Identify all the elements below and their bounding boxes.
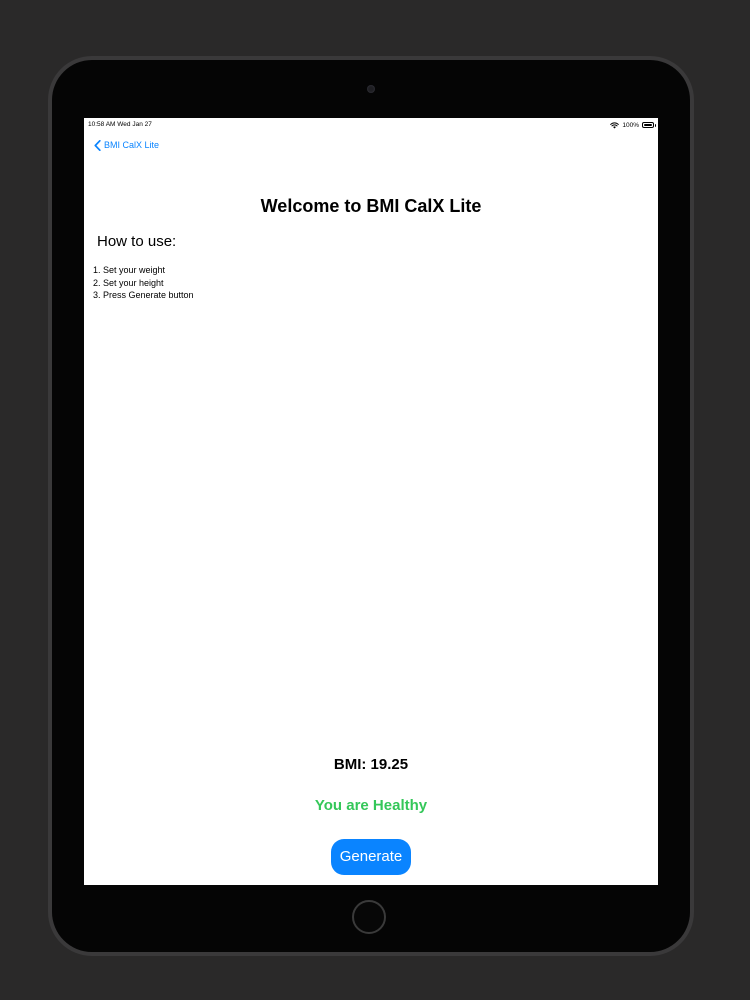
back-button-label: BMI CalX Lite xyxy=(104,140,160,150)
app-screen: 10:58 AM Wed Jan 27 100% BMI CalX Lite W… xyxy=(84,118,658,885)
status-indicators: 100% xyxy=(610,120,656,130)
battery-percentage: 100% xyxy=(622,121,639,129)
health-status-message: You are Healthy xyxy=(314,797,428,814)
back-button[interactable]: BMI CalX Lite xyxy=(94,138,159,152)
page-title: Welcome to BMI CalX Lite xyxy=(260,196,482,216)
status-bar: 10:58 AM Wed Jan 27 100% xyxy=(84,118,658,132)
how-to-heading: How to use: xyxy=(97,233,177,250)
app-screenshot: 10:58 AM Wed Jan 27 100% BMI CalX Lite W… xyxy=(0,0,750,1000)
front-camera xyxy=(367,85,375,93)
bmi-result: BMI: 19.25 xyxy=(333,756,409,773)
home-button[interactable] xyxy=(352,900,386,934)
instruction-step: 2. Set your height xyxy=(93,277,164,288)
battery-icon xyxy=(642,122,656,128)
generate-button[interactable]: Generate xyxy=(331,839,411,875)
chevron-left-icon xyxy=(94,139,101,151)
instruction-step: 3. Press Generate button xyxy=(93,290,194,300)
instructions-list: 1. Set your weight 2. Set your height 3.… xyxy=(93,264,194,302)
instruction-step: 1. Set your weight xyxy=(93,265,166,275)
wifi-icon xyxy=(610,121,620,128)
status-time-date: 10:58 AM Wed Jan 27 xyxy=(88,121,152,128)
